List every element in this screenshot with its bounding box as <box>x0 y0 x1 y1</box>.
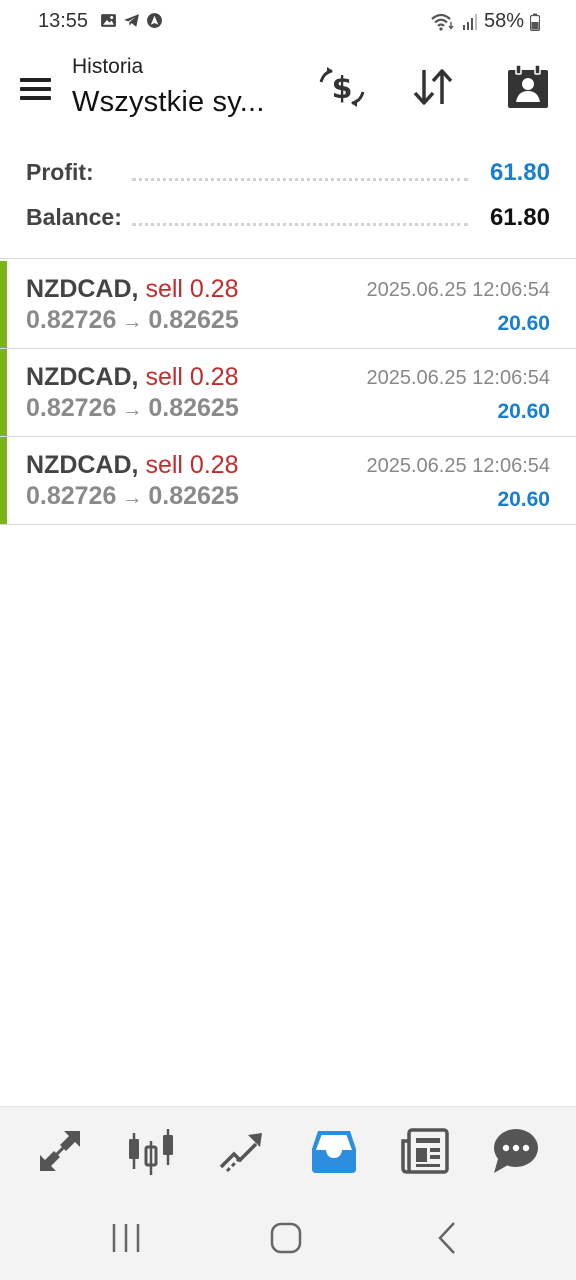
balance-leader-dots <box>132 223 468 226</box>
sort-button[interactable] <box>408 62 460 112</box>
menu-button[interactable] <box>18 72 54 106</box>
status-system-icons: 58% <box>430 10 540 33</box>
summary-divider <box>0 258 576 259</box>
wifi-icon <box>431 13 454 31</box>
balance-label: Balance: <box>26 204 122 230</box>
nav-chart[interactable] <box>125 1125 177 1177</box>
trade-close-price: 0.82625 <box>148 306 239 334</box>
trade-symbol: NZDCAD, sell 0.28 <box>26 363 239 392</box>
trade-row[interactable]: NZDCAD, sell 0.28 0.82726 → 0.82625 2025.0… <box>0 261 576 349</box>
trade-status-bar <box>0 261 7 348</box>
trade-arrow: → <box>122 487 143 509</box>
bottom-navigation <box>0 1106 576 1198</box>
trade-side: sell 0.28 <box>145 363 239 391</box>
location-icon <box>147 13 162 28</box>
currency-exchange-button[interactable]: $ <box>316 62 368 112</box>
nav-history[interactable] <box>308 1125 360 1177</box>
symbol-filter-title[interactable]: Wszystkie sy... <box>72 86 265 119</box>
trade-time: 2025.06.25 12:06:54 <box>366 455 550 477</box>
trade-open-price: 0.82726 <box>26 482 117 510</box>
trade-status-bar <box>0 349 7 436</box>
profit-value: 61.80 <box>489 159 550 186</box>
back-button[interactable] <box>428 1220 468 1256</box>
trade-time: 2025.06.25 12:06:54 <box>366 279 550 301</box>
trade-open-price: 0.82726 <box>26 394 117 422</box>
history-icon <box>312 1131 356 1173</box>
balance-value: 61.80 <box>489 204 550 231</box>
battery-icon <box>530 13 540 31</box>
profit-label: Profit: <box>26 159 94 185</box>
telegram-icon <box>124 14 139 27</box>
status-time: 13:55 <box>38 10 89 32</box>
back-icon <box>438 1222 455 1254</box>
system-navigation-bar <box>0 1198 576 1280</box>
trade-arrow: → <box>122 399 143 421</box>
trade-symbol: NZDCAD, sell 0.28 <box>26 275 239 304</box>
trade-row[interactable]: NZDCAD, sell 0.28 0.82726 → 0.82625 2025.0… <box>0 349 576 437</box>
profit-leader-dots <box>132 178 468 181</box>
nav-quotes[interactable] <box>34 1125 86 1177</box>
trade-side: sell 0.28 <box>145 275 239 303</box>
trade-time: 2025.06.25 12:06:54 <box>366 367 550 389</box>
recent-apps-button[interactable] <box>106 1220 146 1256</box>
summary-panel: Profit: 61.80 Balance: 61.80 <box>0 152 576 242</box>
trade-side: sell 0.28 <box>145 451 239 479</box>
trade-symbol-name: NZDCAD, <box>26 451 139 479</box>
trade-prices: 0.82726 → 0.82625 <box>26 394 239 423</box>
trade-close-price: 0.82625 <box>148 394 239 422</box>
trade-symbol-name: NZDCAD, <box>26 275 139 303</box>
balance-row: Balance: 61.80 <box>0 197 576 242</box>
header-subtitle: Historia <box>72 55 144 78</box>
trade-profit: 20.60 <box>497 488 550 511</box>
trade-close-price: 0.82625 <box>148 482 239 510</box>
currency-exchange-icon: $ <box>319 67 365 107</box>
account-button[interactable] <box>502 62 554 112</box>
trade-prices: 0.82726 → 0.82625 <box>26 482 239 511</box>
nav-chat[interactable] <box>490 1125 542 1177</box>
status-bar: 13:55 58% <box>0 0 576 44</box>
trade-arrow: → <box>122 311 143 333</box>
trade-prices: 0.82726 → 0.82625 <box>26 306 239 335</box>
recent-apps-icon <box>112 1224 140 1252</box>
signal-icon <box>462 13 477 30</box>
account-icon <box>508 64 548 108</box>
home-icon <box>270 1222 302 1254</box>
trade-profit: 20.60 <box>497 312 550 335</box>
trade-open-price: 0.82726 <box>26 306 117 334</box>
trade-symbol: NZDCAD, sell 0.28 <box>26 451 239 480</box>
status-notification-icons <box>100 12 163 29</box>
nav-news[interactable] <box>399 1125 451 1177</box>
sort-icon <box>413 69 453 105</box>
quotes-icon <box>40 1131 80 1171</box>
trade-status-bar <box>0 437 7 524</box>
home-button[interactable] <box>266 1220 306 1256</box>
trade-row[interactable]: NZDCAD, sell 0.28 0.82726 → 0.82625 2025.0… <box>0 437 576 525</box>
trade-icon <box>219 1133 262 1173</box>
trade-profit: 20.60 <box>497 400 550 423</box>
chart-icon <box>129 1129 173 1175</box>
profit-row: Profit: 61.80 <box>0 152 576 197</box>
news-icon <box>401 1128 449 1174</box>
svg-text:$: $ <box>332 71 353 106</box>
gallery-icon <box>101 14 116 27</box>
nav-trade[interactable] <box>216 1125 268 1177</box>
battery-percent: 58% <box>483 10 524 32</box>
trade-history-list: NZDCAD, sell 0.28 0.82726 → 0.82625 2025.0… <box>0 261 576 525</box>
app-header: Historia Wszystkie sy... $ <box>0 44 576 144</box>
chat-icon <box>494 1129 538 1173</box>
trade-symbol-name: NZDCAD, <box>26 363 139 391</box>
